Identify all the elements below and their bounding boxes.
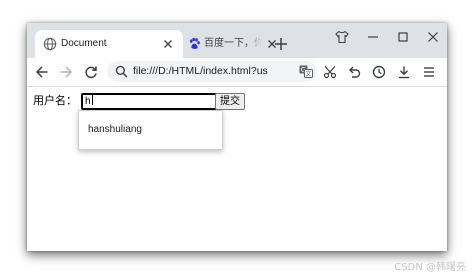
- baidu-paw-icon: [189, 37, 200, 49]
- history-clock-icon[interactable]: [372, 65, 386, 79]
- minimize-icon[interactable]: [366, 30, 380, 44]
- url-text[interactable]: file:///D:/HTML/index.html?us: [133, 64, 293, 79]
- submit-button[interactable]: 提交: [215, 93, 245, 110]
- page-content: 用户名： h 提交 hanshuliang: [27, 87, 447, 251]
- tab-document[interactable]: Document: [35, 30, 183, 58]
- download-icon[interactable]: [397, 65, 411, 79]
- screenshot-stage: Document 百度一下，你就知道: [0, 0, 474, 278]
- search-icon: [115, 65, 128, 78]
- username-value: h: [85, 96, 91, 107]
- back-arrow-icon[interactable]: [35, 65, 49, 79]
- tab-title: 百度一下，你就知道: [204, 38, 262, 49]
- undo-icon[interactable]: [347, 65, 361, 79]
- close-icon[interactable]: [163, 39, 173, 49]
- tab-strip: Document 百度一下，你就知道: [27, 23, 447, 58]
- text-caret: [91, 95, 93, 105]
- translate-icon[interactable]: G 文: [299, 65, 313, 78]
- username-input[interactable]: h: [81, 93, 217, 110]
- tab-title: Document: [61, 38, 107, 49]
- maximize-icon[interactable]: [396, 30, 410, 44]
- globe-icon: [43, 37, 57, 51]
- browser-toolbar: file:///D:/HTML/index.html?us G 文: [27, 58, 447, 87]
- watermark: CSDN @韩曙亮: [394, 262, 466, 273]
- tab-baidu[interactable]: 百度一下，你就知道: [184, 30, 280, 58]
- autocomplete-suggestion[interactable]: hanshuliang: [88, 123, 142, 136]
- menu-icon[interactable]: [422, 65, 436, 79]
- autocomplete-dropdown: hanshuliang: [78, 110, 223, 150]
- window-close-icon[interactable]: [426, 30, 440, 44]
- svg-text:文: 文: [305, 70, 311, 78]
- username-label: 用户名：: [33, 94, 77, 107]
- new-tab-plus-icon[interactable]: [274, 37, 288, 51]
- browser-window: Document 百度一下，你就知道: [27, 23, 447, 251]
- scissors-icon[interactable]: [323, 65, 337, 79]
- forward-arrow-icon[interactable]: [59, 65, 73, 79]
- address-bar[interactable]: file:///D:/HTML/index.html?us G 文: [107, 61, 317, 82]
- reload-icon[interactable]: [84, 65, 98, 79]
- tshirt-icon[interactable]: [335, 30, 349, 44]
